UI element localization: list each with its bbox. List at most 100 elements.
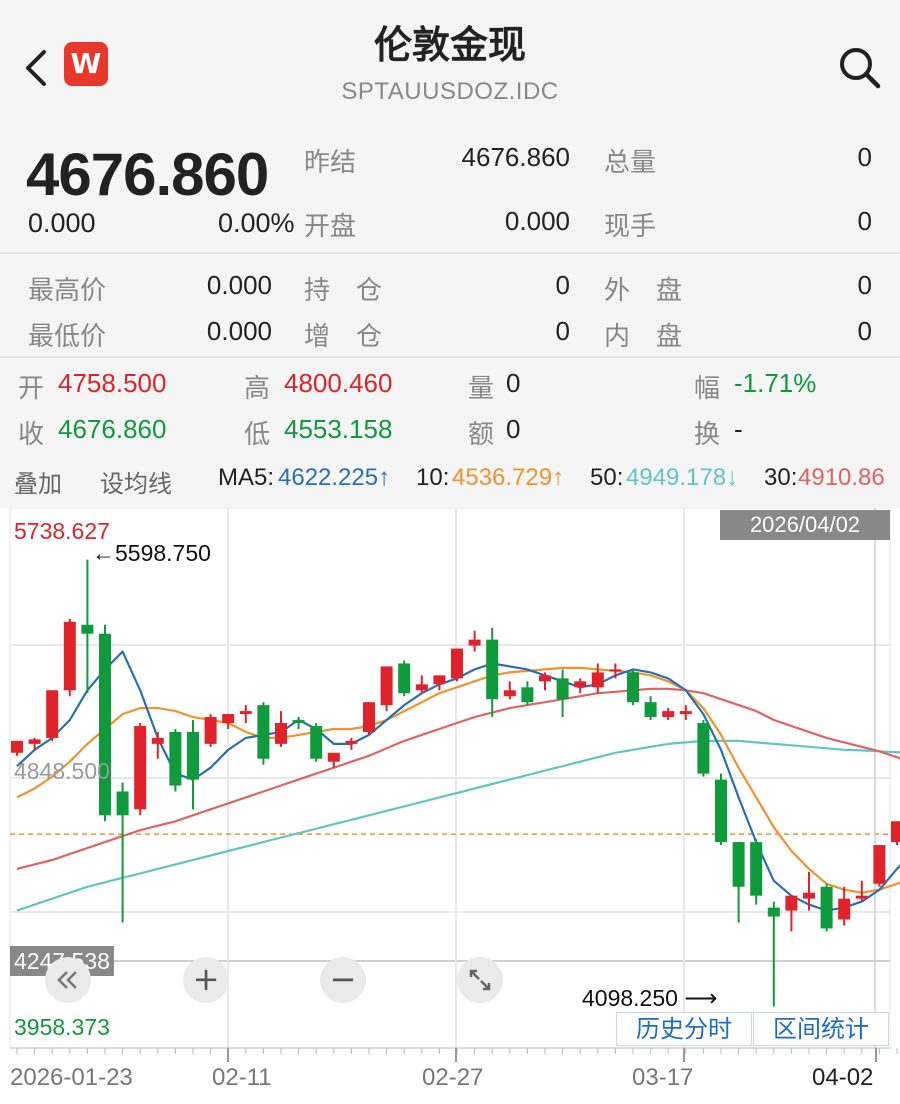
candle-body bbox=[697, 723, 710, 774]
zoom-out-button[interactable]: − bbox=[320, 957, 366, 1003]
x-axis-label: 02-27 bbox=[422, 1064, 484, 1091]
ohlc-open-label: 开 bbox=[18, 374, 45, 404]
candle-body bbox=[609, 669, 622, 672]
ohlc-turnover-label: 换 bbox=[694, 420, 721, 450]
last-price: 4676.860 bbox=[26, 141, 269, 208]
prev-close-value: 4676.860 bbox=[461, 142, 570, 172]
candle bbox=[99, 624, 111, 822]
candle bbox=[46, 690, 59, 741]
instrument-code: SPTAUUSDOZ.IDC bbox=[341, 78, 559, 105]
candle-body bbox=[521, 687, 534, 703]
ohlc-amount-value: 0 bbox=[506, 414, 521, 444]
candle-body bbox=[679, 711, 692, 715]
candle-body bbox=[468, 639, 481, 646]
inner-value: 0 bbox=[857, 316, 872, 346]
total-volume-value: 0 bbox=[857, 142, 872, 172]
date-badge: 2026/04/02 bbox=[720, 510, 890, 540]
ma5-value: 4622.225↑ bbox=[278, 464, 391, 491]
ohlc-volume-value: 0 bbox=[506, 368, 521, 398]
low-value: 0.000 bbox=[206, 316, 272, 346]
candle-body bbox=[855, 895, 868, 899]
ma30-value: 4910.86 bbox=[798, 464, 885, 491]
zoom-in-button[interactable]: + bbox=[183, 957, 229, 1003]
candle-body bbox=[662, 711, 675, 718]
candle bbox=[820, 883, 833, 932]
y-axis-bottom-label: 3958.373 bbox=[14, 1014, 110, 1040]
ma10-label: 10: bbox=[416, 464, 450, 491]
price-change-pct: 0.00% bbox=[218, 208, 295, 238]
open-label: 开盘 bbox=[304, 212, 357, 242]
price-change: 0.000 bbox=[28, 208, 96, 238]
fullscreen-button[interactable] bbox=[457, 957, 503, 1003]
candle-body bbox=[433, 675, 446, 685]
candle-body bbox=[415, 684, 428, 691]
candle-body bbox=[785, 895, 798, 911]
candle bbox=[204, 714, 217, 747]
overlay-button[interactable]: 叠加 bbox=[14, 464, 62, 499]
candle bbox=[398, 660, 411, 697]
candle-body bbox=[187, 731, 199, 780]
divider bbox=[0, 356, 900, 358]
candle-body bbox=[28, 739, 41, 744]
candle-body bbox=[803, 892, 815, 899]
candle bbox=[134, 723, 147, 816]
hold-value: 0 bbox=[555, 270, 570, 300]
candle-body bbox=[222, 714, 235, 724]
history-timeshare-button[interactable]: 历史分时 bbox=[616, 1012, 752, 1046]
scroll-left-button[interactable] bbox=[45, 957, 91, 1003]
candle-body bbox=[838, 898, 851, 920]
candle-body bbox=[627, 672, 639, 703]
ohlc-volume-label: 量 bbox=[468, 374, 495, 404]
candle bbox=[380, 666, 393, 712]
candle-body bbox=[239, 711, 252, 715]
add-label: 增 仓 bbox=[304, 322, 383, 352]
ma30-label: 30: bbox=[764, 464, 798, 491]
candle-body bbox=[873, 845, 886, 884]
candle-body bbox=[327, 752, 340, 762]
candle-body bbox=[451, 648, 463, 679]
candle-body bbox=[503, 690, 516, 697]
candle bbox=[627, 669, 639, 706]
candle bbox=[169, 728, 182, 792]
ohlc-turnover-value: - bbox=[734, 414, 743, 444]
current-hand-value: 0 bbox=[857, 206, 872, 236]
candle-body bbox=[204, 717, 217, 744]
x-axis-label: 02-11 bbox=[212, 1064, 272, 1091]
page-title: 伦敦金现 bbox=[373, 23, 526, 67]
candle-body bbox=[715, 779, 727, 843]
outer-value: 0 bbox=[857, 270, 872, 300]
ohlc-close-label: 收 bbox=[18, 420, 45, 450]
current-hand-label: 现手 bbox=[604, 212, 657, 242]
candle bbox=[891, 821, 900, 846]
ma5-label: MA5: bbox=[218, 464, 275, 491]
min-price-note: 4098.250 ⟶ bbox=[582, 985, 718, 1011]
candle-body bbox=[891, 821, 900, 843]
candle bbox=[873, 845, 886, 887]
candle bbox=[257, 702, 270, 765]
candle-body bbox=[556, 678, 569, 700]
candle-body bbox=[574, 681, 587, 688]
low-label: 最低价 bbox=[28, 322, 107, 352]
divider bbox=[0, 252, 900, 254]
candle-body bbox=[275, 723, 287, 744]
ohlc-high-label: 高 bbox=[244, 374, 271, 404]
search-icon[interactable] bbox=[836, 44, 884, 92]
range-stats-button[interactable]: 区间统计 bbox=[753, 1012, 889, 1046]
ohlc-amount-label: 额 bbox=[468, 420, 495, 450]
x-axis-label: 2026-01-23 bbox=[10, 1064, 133, 1091]
prev-close-label: 昨结 bbox=[304, 148, 357, 178]
ohlc-range-label: 幅 bbox=[694, 374, 721, 404]
candle bbox=[63, 618, 76, 697]
ohlc-low-label: 低 bbox=[244, 420, 271, 450]
candle-body bbox=[767, 907, 780, 917]
total-volume-label: 总量 bbox=[604, 148, 657, 178]
inner-label: 内 盘 bbox=[604, 322, 683, 352]
candle-body bbox=[81, 624, 94, 634]
candle-body bbox=[644, 702, 657, 718]
candle-body bbox=[292, 720, 305, 724]
candle-body bbox=[310, 725, 323, 759]
candle bbox=[715, 773, 727, 846]
set-ma-button[interactable]: 设均线 bbox=[100, 464, 172, 499]
candle-body bbox=[591, 672, 604, 688]
candle bbox=[750, 839, 763, 905]
